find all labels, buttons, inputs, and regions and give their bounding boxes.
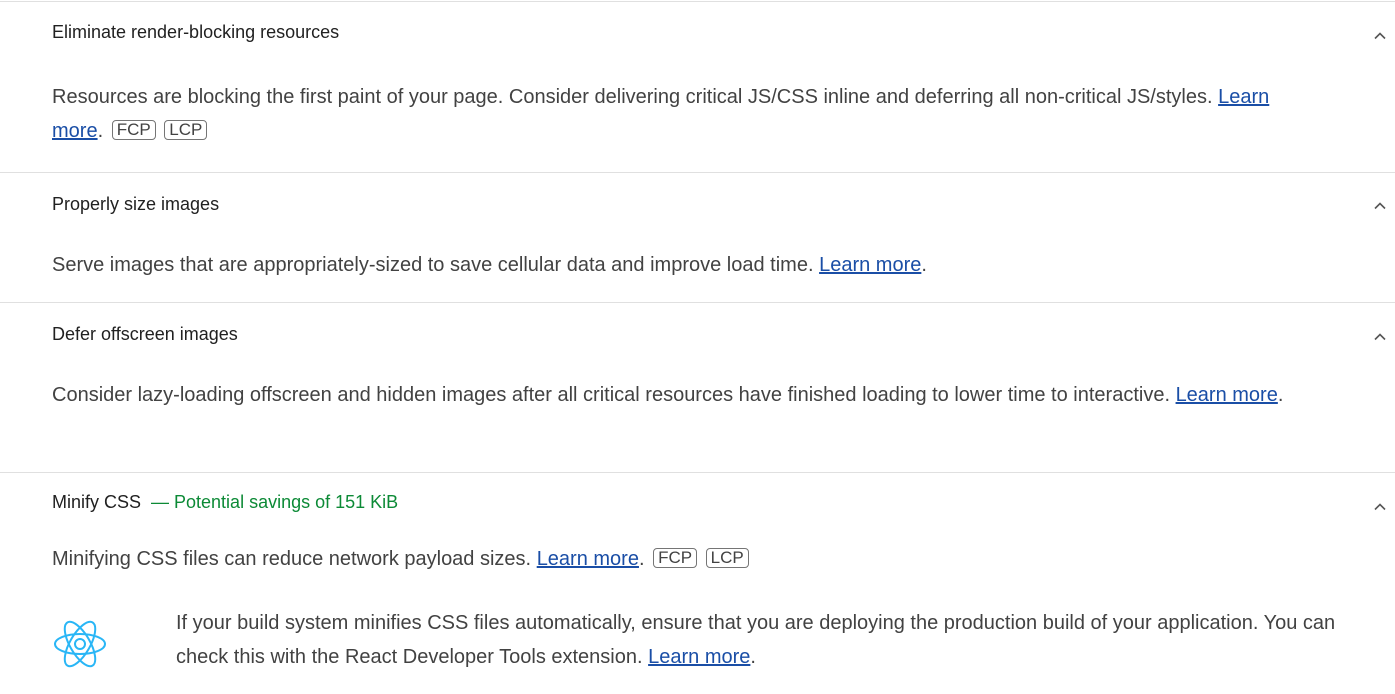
collapse-chevron-button[interactable] — [1365, 21, 1395, 51]
audit-divider — [0, 472, 1395, 473]
audit-description-text: Serve images that are appropriately-size… — [52, 254, 814, 276]
audit-description: Serve images that are appropriately-size… — [52, 254, 927, 276]
audit-minify-css: Minify CSS — Potential savings of 151 KiB… — [0, 472, 1395, 694]
audit-description-text: Resources are blocking the first paint o… — [52, 86, 1213, 108]
learn-more-link[interactable]: Learn more — [819, 254, 921, 276]
audit-title[interactable]: Eliminate render-blocking resources — [52, 21, 339, 43]
learn-more-link[interactable]: Learn more — [537, 548, 639, 570]
audit-description: Minifying CSS files can reduce network p… — [52, 542, 1292, 576]
audit-description-text: Minifying CSS files can reduce network p… — [52, 548, 532, 570]
audit-title-text: Defer offscreen images — [52, 324, 238, 344]
audit-title-text: Eliminate render-blocking resources — [52, 22, 340, 42]
chevron-up-icon — [1374, 503, 1386, 511]
chevron-up-icon — [1374, 32, 1386, 40]
metric-tag-fcp: FCP — [653, 548, 698, 568]
collapse-chevron-button[interactable] — [1365, 191, 1395, 221]
collapse-chevron-button[interactable] — [1365, 492, 1395, 522]
audit-title[interactable]: Defer offscreen images — [52, 323, 238, 345]
audit-description: Resources are blocking the first paint o… — [52, 86, 1270, 142]
metric-tag-fcp: FCP — [111, 120, 156, 140]
audit-title-text: Minify CSS — [52, 492, 142, 512]
audit-defer-offscreen-images: Defer offscreen images Consider lazy-loa… — [0, 302, 1395, 472]
audit-properly-size-images: Properly size images Serve images that a… — [0, 172, 1395, 302]
audit-divider — [0, 302, 1395, 303]
audit-title-text: Properly size images — [52, 194, 220, 214]
stack-pack-text: If your build system minifies CSS files … — [176, 612, 1336, 668]
stack-pack-description: If your build system minifies CSS files … — [176, 612, 1336, 668]
audit-title[interactable]: Minify CSS — Potential savings of 151 KiB — [52, 491, 398, 513]
audit-divider — [0, 1, 1395, 2]
potential-savings: — Potential savings of 151 KiB — [151, 492, 399, 512]
learn-more-link[interactable]: Learn more — [1176, 384, 1278, 406]
audit-description: Consider lazy-loading offscreen and hidd… — [52, 384, 1284, 406]
audit-render-blocking: Eliminate render-blocking resources Reso… — [0, 0, 1395, 172]
learn-more-link[interactable]: Learn more — [648, 646, 750, 668]
metric-tag-lcp: LCP — [705, 548, 749, 568]
chevron-up-icon — [1374, 333, 1386, 341]
stack-pack-react: If your build system minifies CSS files … — [52, 606, 1342, 686]
audit-description-text: Consider lazy-loading offscreen and hidd… — [52, 384, 1170, 406]
chevron-up-icon — [1374, 202, 1386, 210]
audit-divider — [0, 172, 1395, 173]
react-icon — [54, 620, 106, 668]
metric-tag-lcp: LCP — [164, 120, 208, 140]
collapse-chevron-button[interactable] — [1365, 322, 1395, 352]
audit-title[interactable]: Properly size images — [52, 193, 219, 215]
